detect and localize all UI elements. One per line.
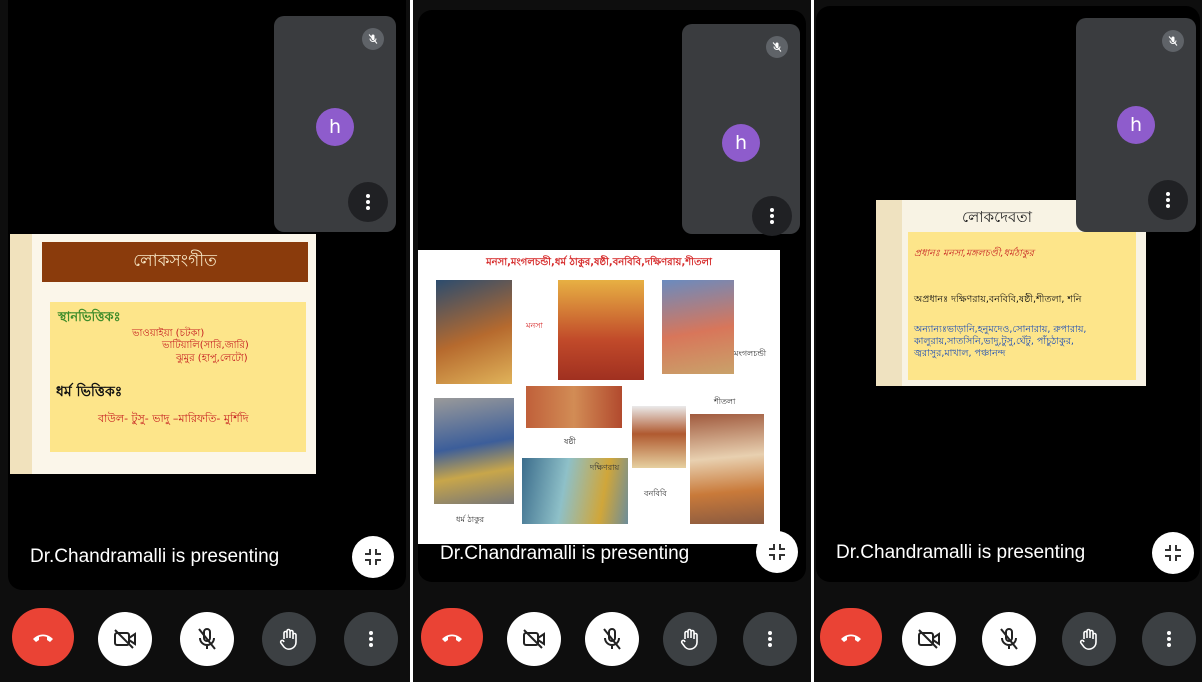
- slide-item-minor: অপ্রধানঃ দক্ষিণরায়,বনবিবি,ষষ্ঠী,শীতলা, …: [914, 294, 1082, 305]
- raise-hand-button[interactable]: [262, 612, 316, 666]
- presentation-stage: লোকদেবতা প্রধানঃ মনসা,মঙ্গলচণ্ডী,ধর্মঠাক…: [816, 6, 1200, 582]
- exit-fullscreen-icon: [1165, 545, 1181, 561]
- presentation-stage: লোকসংগীত স্থানভিত্তিকঃ ভাওয়াইয়া (চটকা)…: [8, 0, 406, 590]
- mangalchandi-image-2: [662, 280, 734, 374]
- more-vert-icon[interactable]: [348, 182, 388, 222]
- meet-screen-3: লোকদেবতা প্রধানঃ মনসা,মঙ্গলচণ্ডী,ধর্মঠাক…: [814, 0, 1202, 682]
- sitala-image: [690, 414, 764, 524]
- mic-off-icon: [1000, 628, 1018, 650]
- presenting-label: Dr.Chandramalli is presenting: [836, 542, 1086, 563]
- more-vert-icon[interactable]: [752, 196, 792, 236]
- mic-off-icon: [603, 628, 621, 650]
- exit-fullscreen-button[interactable]: [756, 531, 798, 573]
- more-options-button[interactable]: [344, 612, 398, 666]
- more-options-button[interactable]: [1142, 612, 1196, 666]
- shashthi-image: [526, 386, 622, 428]
- call-controls: [413, 590, 811, 682]
- raise-hand-icon: [680, 628, 698, 650]
- participant-avatar: h: [722, 124, 760, 162]
- camera-toggle-button[interactable]: [507, 612, 561, 666]
- call-controls: [814, 590, 1202, 682]
- end-call-button[interactable]: [12, 608, 74, 666]
- call-controls: [0, 590, 410, 682]
- raise-hand-icon: [1079, 628, 1097, 650]
- end-call-button[interactable]: [820, 608, 882, 666]
- presentation-stage: মনসা,মংগলচন্ডী,ধর্ম ঠাকুর,ষষ্ঠী,বনবিবি,দ…: [418, 10, 806, 582]
- mic-off-icon: [362, 28, 384, 50]
- more-vert-icon: [768, 631, 772, 647]
- more-vert-icon: [1167, 631, 1171, 647]
- presenting-label: Dr.Chandramalli is presenting: [30, 546, 280, 567]
- mangalchandi-image-1: [558, 280, 644, 380]
- meet-screen-2: মনসা,মংগলচন্ডী,ধর্ম ঠাকুর,ষষ্ঠী,বনবিবি,দ…: [413, 0, 811, 682]
- mic-toggle-button[interactable]: [180, 612, 234, 666]
- raise-hand-button[interactable]: [1062, 612, 1116, 666]
- participant-tile[interactable]: h: [682, 24, 800, 236]
- participant-tile[interactable]: h: [274, 16, 396, 232]
- slide-heading-religious: ধর্ম ভিত্তিকঃ: [56, 384, 123, 400]
- camera-off-icon: [918, 629, 940, 649]
- slide-content-box: স্থানভিত্তিকঃ ভাওয়াইয়া (চটকা) ভাটিয়াল…: [50, 302, 306, 452]
- camera-toggle-button[interactable]: [98, 612, 152, 666]
- caption-mangalchandi: মংগলচন্ডী: [734, 349, 767, 358]
- mic-toggle-button[interactable]: [585, 612, 639, 666]
- caption-sitala: শীতলা: [714, 397, 736, 406]
- slide-title: লোকসংগীত: [42, 242, 308, 282]
- exit-fullscreen-icon: [769, 544, 785, 560]
- mic-off-icon: [198, 628, 216, 650]
- dharma-thakur-image: [434, 398, 514, 504]
- caption-banbibi: বনবিবি: [644, 489, 667, 498]
- manasa-image: [436, 280, 512, 384]
- banbibi-image: [632, 406, 686, 468]
- mic-off-icon: [766, 36, 788, 58]
- exit-fullscreen-button[interactable]: [352, 536, 394, 578]
- mic-toggle-button[interactable]: [982, 612, 1036, 666]
- exit-fullscreen-icon: [365, 549, 381, 565]
- slide-line: ঝুমুর (হাপু,লেটো): [176, 353, 248, 364]
- camera-off-icon: [523, 629, 545, 649]
- slide-decoration: [10, 234, 32, 474]
- slide-title: লোকদেবতা: [962, 208, 1032, 226]
- slide-heading-regional: স্থানভিত্তিকঃ: [58, 310, 121, 325]
- slide-title: মনসা,মংগলচন্ডী,ধর্ম ঠাকুর,ষষ্ঠী,বনবিবি,দ…: [486, 257, 712, 268]
- exit-fullscreen-button[interactable]: [1152, 532, 1194, 574]
- raise-hand-button[interactable]: [663, 612, 717, 666]
- slide-decoration: [876, 200, 902, 386]
- shared-slide: লোকসংগীত স্থানভিত্তিকঃ ভাওয়াইয়া (চটকা)…: [10, 234, 316, 474]
- caption-shashthi: ষষ্ঠী: [564, 437, 576, 446]
- mic-off-icon: [1162, 30, 1184, 52]
- meet-screen-1: লোকসংগীত স্থানভিত্তিকঃ ভাওয়াইয়া (চটকা)…: [0, 0, 410, 682]
- presenting-label: Dr.Chandramalli is presenting: [440, 543, 690, 564]
- caption-dakshinray: দক্ষিণরায়: [590, 463, 620, 472]
- phone-hangup-icon: [33, 634, 53, 642]
- shared-slide: মনসা,মংগলচন্ডী,ধর্ম ঠাকুর,ষষ্ঠী,বনবিবি,দ…: [418, 250, 780, 544]
- camera-toggle-button[interactable]: [902, 612, 956, 666]
- phone-hangup-icon: [442, 634, 462, 642]
- slide-line: বাউল- টুসু- ভাদু –মারিফতি- মুর্শিদি: [98, 412, 249, 425]
- more-vert-icon: [369, 631, 373, 647]
- end-call-button[interactable]: [421, 608, 483, 666]
- participant-tile[interactable]: h: [1076, 18, 1196, 232]
- caption-manasa: মনসা: [526, 321, 543, 330]
- raise-hand-icon: [279, 628, 297, 650]
- participant-avatar: h: [316, 108, 354, 146]
- more-vert-icon[interactable]: [1148, 180, 1188, 220]
- slide-item-major: প্রধানঃ মনসা,মঙ্গলচণ্ডী,ধর্মঠাকুর: [914, 248, 1034, 259]
- more-options-button[interactable]: [743, 612, 797, 666]
- slide-content-box: প্রধানঃ মনসা,মঙ্গলচণ্ডী,ধর্মঠাকুর অপ্রধা…: [908, 232, 1136, 380]
- phone-hangup-icon: [841, 634, 861, 642]
- camera-off-icon: [114, 629, 136, 649]
- slide-item-others: অন্যান্যঃভাড়ানি,হনুমদেও,সোনারায়, রুপার…: [914, 324, 1087, 359]
- caption-dharma-thakur: ধর্ম ঠাকুর: [456, 515, 485, 524]
- participant-avatar: h: [1117, 106, 1155, 144]
